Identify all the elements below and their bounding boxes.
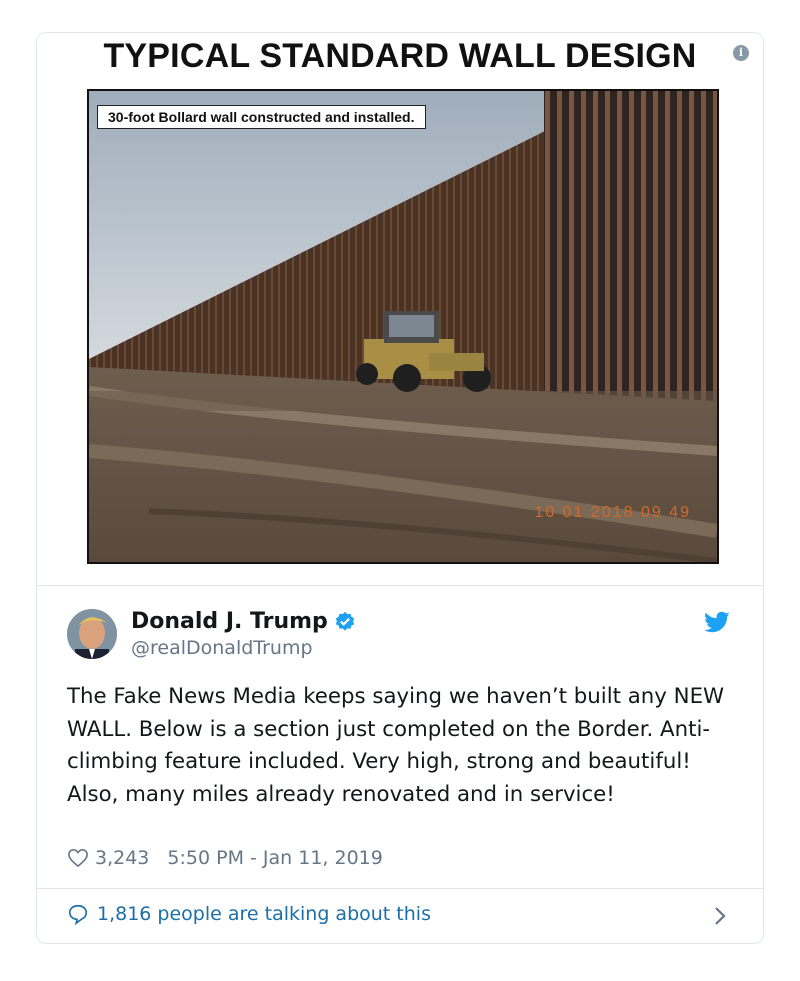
tweet-media[interactable]: TYPICAL STANDARD WALL DESIGN i 30-foot B…	[37, 33, 763, 585]
conversation-count-text[interactable]: 1,816 people are talking about this	[97, 903, 431, 925]
wall-photo[interactable]: 30-foot Bollard wall constructed and ins…	[87, 89, 719, 564]
embedded-tweet-card[interactable]: TYPICAL STANDARD WALL DESIGN i 30-foot B…	[36, 32, 764, 944]
heart-icon[interactable]	[67, 848, 89, 868]
tweet-meta: 3,243 5:50 PM - Jan 11, 2019	[67, 847, 383, 869]
photo-caption: 30-foot Bollard wall constructed and ins…	[97, 105, 426, 129]
divider	[37, 888, 763, 889]
info-icon[interactable]: i	[733, 45, 749, 61]
media-title: TYPICAL STANDARD WALL DESIGN	[103, 37, 697, 75]
wall-photo-illustration	[89, 91, 717, 562]
tweet-timestamp[interactable]: 5:50 PM - Jan 11, 2019	[167, 847, 382, 869]
twitter-bird-icon[interactable]	[703, 609, 731, 637]
tweet-text: The Fake News Media keeps saying we have…	[67, 684, 725, 807]
divider	[37, 585, 763, 586]
author-name-text[interactable]: Donald J. Trump	[131, 609, 328, 634]
speech-bubble-icon	[68, 904, 88, 925]
avatar[interactable]	[67, 609, 117, 659]
author-handle[interactable]: @realDonaldTrump	[131, 637, 313, 659]
chevron-right-icon[interactable]	[713, 905, 727, 927]
author-name[interactable]: Donald J. Trump	[131, 609, 356, 634]
like-count[interactable]: 3,243	[95, 847, 149, 869]
conversation-link[interactable]: 1,816 people are talking about this	[67, 903, 431, 925]
verified-icon	[335, 611, 354, 631]
photo-timestamp: 10 01 2018 09 49	[534, 504, 691, 521]
avatar-portrait	[67, 609, 117, 659]
